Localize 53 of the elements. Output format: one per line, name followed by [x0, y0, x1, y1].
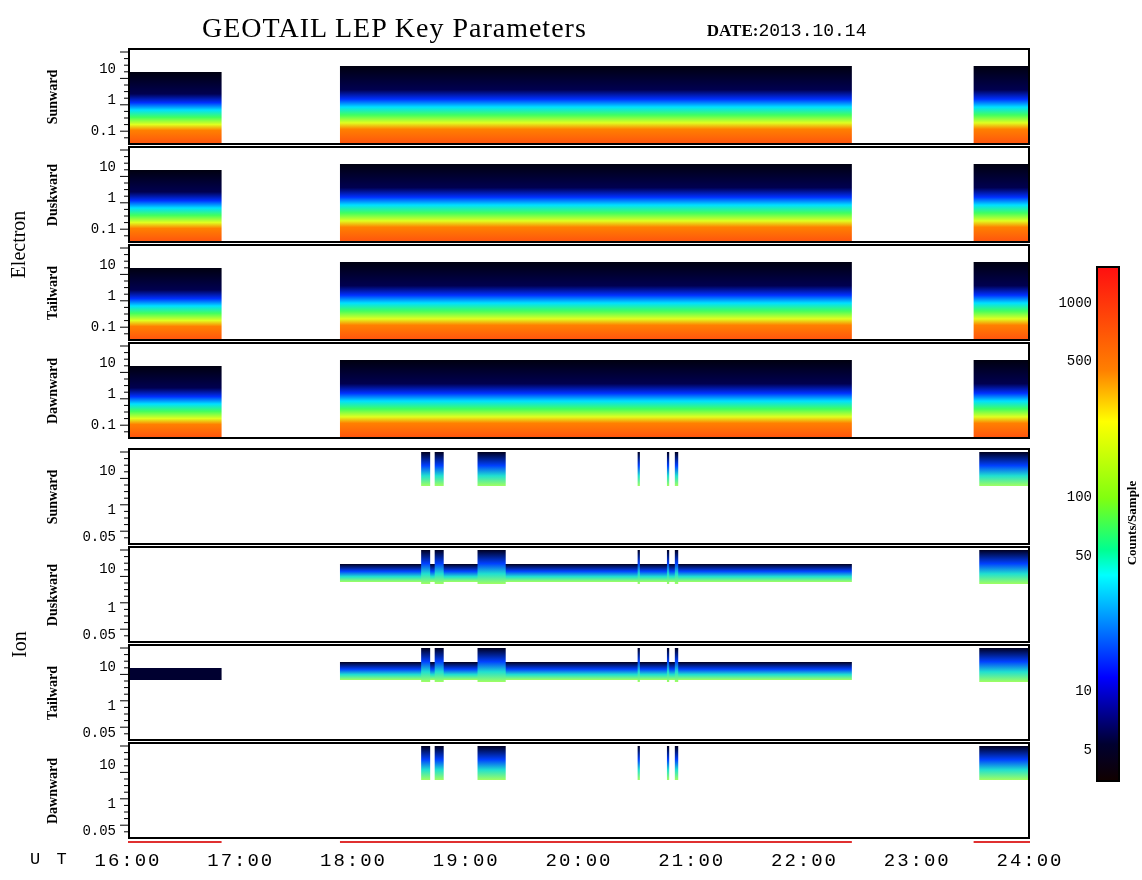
y-tick-label: 0.05: [82, 725, 116, 742]
y-tick-label: 10: [99, 60, 116, 77]
colorbar-tick-label: 100: [1066, 489, 1092, 506]
colorbar-tick-label: 10: [1075, 683, 1092, 700]
panel-label: Sunward: [45, 469, 61, 525]
y-tick-label: 10: [99, 658, 116, 675]
colorbar-tick-label: 1000: [1058, 294, 1092, 311]
x-tick-label: 17:00: [207, 850, 275, 872]
y-tick-label: 1: [107, 385, 116, 402]
plot-title: GEOTAIL LEP Key Parameters: [202, 12, 587, 44]
panel-label: Tailward: [45, 666, 61, 720]
x-tick-label: 24:00: [996, 850, 1064, 872]
y-tick-label: 10: [99, 560, 116, 577]
colorbar-tick-label: 500: [1066, 353, 1092, 370]
y-tick-label: 1: [107, 697, 116, 714]
panel-label: Dawnward: [45, 757, 61, 825]
y-tick-label: 0.05: [82, 823, 116, 840]
group-label: Electron: [7, 210, 31, 278]
y-tick-label: 10: [99, 756, 116, 773]
panel-label: Duskward: [45, 563, 61, 627]
x-tick-label: 22:00: [771, 850, 838, 872]
colorbar-tick-label: 50: [1075, 547, 1092, 564]
x-tick-label: 16:00: [94, 850, 162, 872]
y-tick-label: 1: [107, 599, 116, 616]
y-tick-label: 10: [99, 256, 116, 273]
y-tick-label: 10: [99, 158, 116, 175]
x-tick-label: 21:00: [658, 850, 726, 872]
y-tick-label: 10: [99, 462, 116, 479]
y-tick-label: 1: [107, 91, 116, 108]
y-tick-label: 1: [107, 287, 116, 304]
y-tick-label: 1: [107, 189, 116, 206]
x-tick-label: 23:00: [883, 850, 951, 872]
panel-label: Duskward: [45, 163, 61, 227]
y-tick-label: 0.1: [90, 123, 116, 140]
x-tick-label: 18:00: [320, 850, 387, 872]
x-tick-label: 20:00: [545, 850, 613, 872]
colorbar-tick-label: 5: [1083, 741, 1092, 758]
y-tick-label: 0.1: [90, 221, 116, 238]
panel-label: Sunward: [45, 69, 61, 125]
y-tick-label: 0.05: [82, 529, 116, 546]
y-tick-label: 0.1: [90, 319, 116, 336]
y-tick-label: 0.1: [90, 417, 116, 434]
colorbar-label: Counts/Sample: [1124, 480, 1140, 566]
y-tick-label: 1: [107, 501, 116, 518]
date-label: DATE:2013.10.14: [706, 21, 867, 43]
x-axis-label: U T: [30, 850, 67, 869]
y-tick-label: 1: [107, 795, 116, 812]
panel-label: Dawnward: [45, 357, 61, 425]
y-tick-label: 0.05: [82, 627, 116, 644]
x-tick-label: 19:00: [432, 850, 500, 872]
group-label: Ion: [7, 630, 31, 658]
panel-label: Tailward: [45, 266, 61, 320]
y-tick-label: 10: [99, 354, 116, 371]
